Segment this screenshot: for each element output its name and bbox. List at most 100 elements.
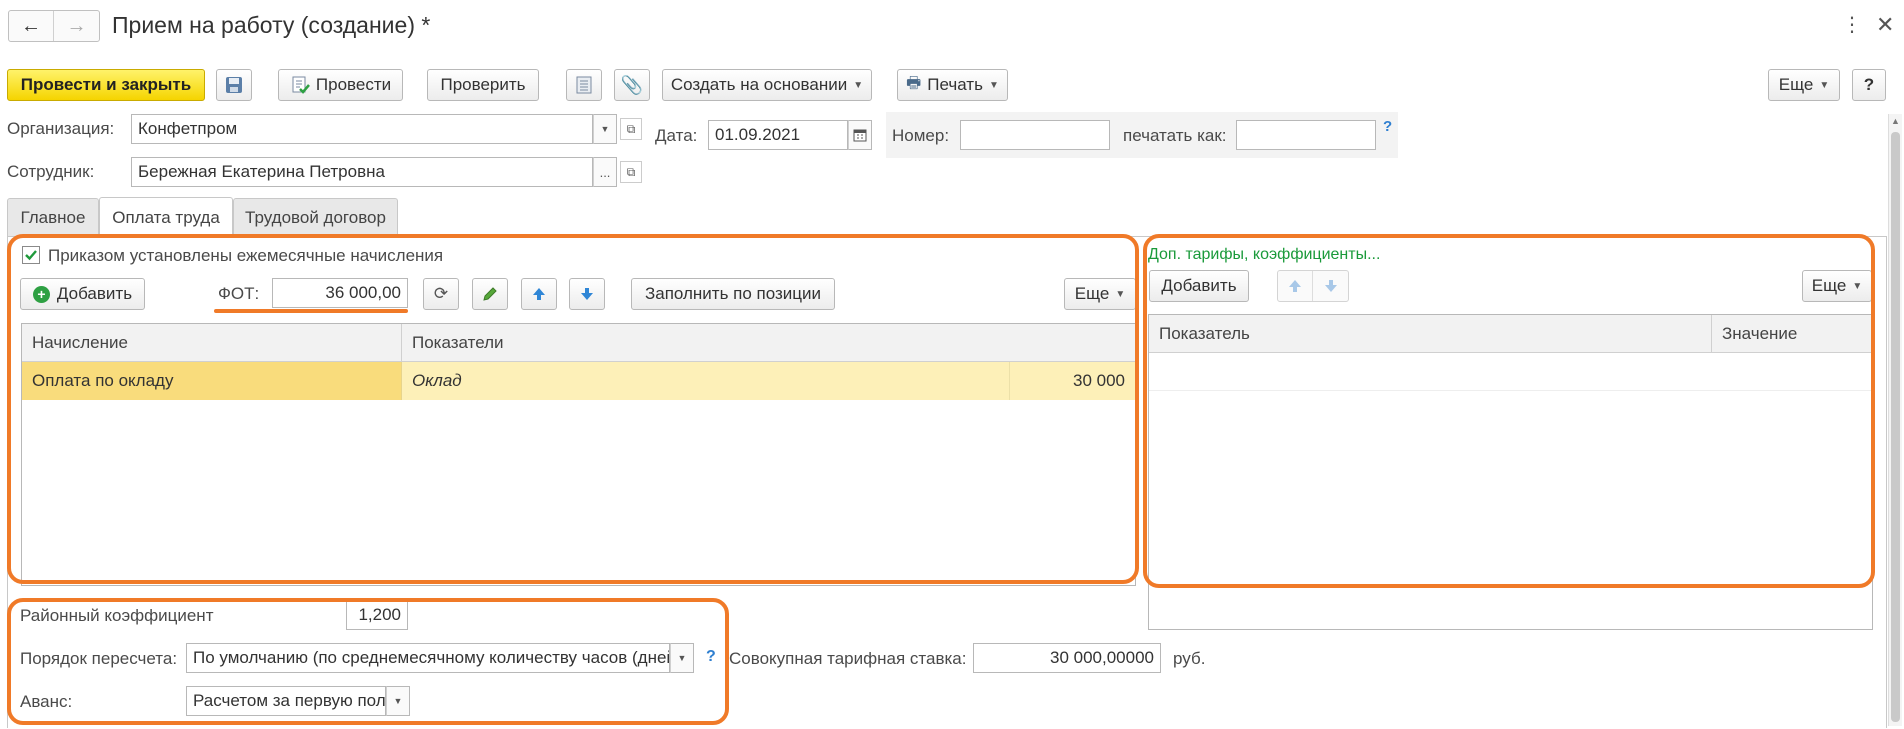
caret-down-icon: ▼ [853,79,864,91]
column-header-accrual[interactable]: Начисление [22,324,402,362]
nav-buttons: ← → [8,10,100,42]
organization-open-button[interactable]: ⧉ [620,118,642,140]
page-title: Прием на работу (создание) * [112,12,431,38]
move-up-button[interactable] [521,278,557,310]
post-and-close-button[interactable]: Провести и закрыть [7,69,205,101]
paperclip-icon: 📎 [620,74,644,95]
employee-field[interactable]: Бережная Екатерина Петровна [131,157,593,187]
accruals-table: Начисление Показатели Оплата по окладу О… [21,323,1136,586]
refresh-icon: ⟳ [433,284,449,303]
accruals-more-label: Еще [1074,284,1110,303]
employee-choose-button[interactable]: ... [593,157,617,187]
tab-labor-contract[interactable]: Трудовой договор [233,198,398,236]
recalc-dropdown-button[interactable]: ▼ [670,643,694,673]
fot-label: ФОТ: [218,284,260,303]
tariffs-empty-row [1149,353,1872,391]
recalc-label: Порядок пересчета: [20,649,178,668]
total-rate-field[interactable]: 30 000,00000 [973,643,1161,673]
accruals-checkbox-label: Приказом установлены ежемесячные начисле… [48,246,444,265]
accruals-more-button[interactable]: Еще ▼ [1064,278,1136,310]
attachments-button[interactable]: 📎 [614,69,650,101]
district-coef-field[interactable]: 1,200 [346,600,408,630]
date-field[interactable]: 01.09.2021 [708,120,848,150]
caret-down-icon: ▼ [1115,288,1126,300]
column-header-indicators[interactable]: Показатели [402,324,1135,362]
move-down-button[interactable] [569,278,605,310]
edit-button[interactable] [472,278,508,310]
scroll-thumb[interactable] [1891,132,1900,722]
date-calendar-button[interactable] [848,120,872,150]
number-field[interactable] [960,120,1110,150]
plus-circle-icon: + [32,285,50,303]
back-button[interactable]: ← [9,11,55,41]
table-row[interactable]: Оплата по окладу Оклад 30 000 [22,362,1135,400]
print-button-label: Печать [927,75,983,94]
tariffs-title[interactable]: Доп. тарифы, коэффициенты... [1148,246,1380,264]
open-window-icon: ⧉ [626,164,636,179]
fill-by-position-button[interactable]: Заполнить по позиции [631,278,835,310]
column-header-indicator[interactable]: Показатель [1149,315,1712,353]
organization-dropdown-button[interactable]: ▼ [593,114,617,144]
page-scrollbar[interactable]: ▲ [1888,114,1902,726]
organization-field[interactable]: Конфетпром [131,114,593,144]
header-help-icon[interactable]: ? [1383,118,1392,135]
employee-open-button[interactable]: ⧉ [620,161,642,183]
arrow-down-icon [1324,280,1337,292]
tariff-move-down-button[interactable] [1313,271,1348,301]
create-based-on-button[interactable]: Создать на основании ▼ [662,69,872,101]
refresh-button[interactable]: ⟳ [423,278,459,310]
printer-icon: 🖶 [906,74,922,92]
print-as-label: печатать как: [1123,126,1227,145]
help-button[interactable]: ? [1852,69,1886,101]
indicator-cell: Оклад [402,362,1010,400]
recalc-field[interactable]: По умолчанию (по среднемесячному количес… [186,643,670,673]
district-coef-label: Районный коэффициент [20,606,214,625]
tariff-move-buttons [1277,270,1349,302]
close-icon[interactable]: ✕ [1876,12,1894,38]
recalc-help-icon[interactable]: ? [706,648,716,666]
total-rate-label: Совокупная тарифная ставка: [729,649,967,668]
post-button[interactable]: Провести [278,69,403,101]
tab-main[interactable]: Главное [7,198,99,236]
print-button[interactable]: 🖶 Печать ▼ [897,69,1008,101]
value-cell: 30 000 [1073,371,1125,390]
advance-dropdown-button[interactable]: ▼ [386,686,410,716]
advance-field[interactable]: Расчетом за первую половину месяца [186,686,386,716]
add-accrual-button[interactable]: + Добавить [20,278,145,310]
journal-icon [576,76,592,94]
caret-down-icon: ▼ [1819,79,1830,91]
fot-underline [214,309,408,313]
scroll-up-icon[interactable]: ▲ [1891,116,1900,126]
more-button-label: Еще [1778,75,1814,94]
arrow-left-icon: ← [21,14,41,37]
fot-field[interactable]: 36 000,00 [272,278,408,308]
add-tariff-button[interactable]: Добавить [1149,270,1249,302]
date-label: Дата: [655,126,698,145]
check-button[interactable]: Проверить [427,69,539,101]
forward-button[interactable]: → [54,11,99,41]
accrual-cell: Оплата по окладу [22,362,402,400]
open-window-icon: ⧉ [626,121,636,136]
caret-down-icon: ▼ [988,79,999,91]
save-button[interactable] [216,69,252,101]
column-header-value[interactable]: Значение [1712,315,1872,353]
window-menu-icon[interactable]: ⋮ [1842,12,1862,37]
tab-payment[interactable]: Оплата труда [99,197,233,237]
caret-down-icon: ▼ [677,653,687,663]
checkmark-icon [25,250,37,261]
arrow-up-icon [1289,280,1301,292]
advance-label: Аванс: [20,692,73,711]
tariffs-table: Показатель Значение [1148,314,1873,630]
total-rate-unit: руб. [1173,649,1206,668]
arrow-right-icon: → [66,14,87,37]
tariffs-more-button[interactable]: Еще ▼ [1802,270,1872,302]
floppy-disk-icon [226,77,242,93]
accruals-checkbox[interactable] [22,246,40,264]
post-document-icon [292,76,310,94]
tariff-move-up-button[interactable] [1278,271,1314,301]
more-button[interactable]: Еще ▼ [1768,69,1840,101]
arrow-up-icon [533,288,545,300]
document-journal-button[interactable] [566,69,602,101]
number-label: Номер: [892,126,950,145]
print-as-field[interactable] [1236,120,1376,150]
